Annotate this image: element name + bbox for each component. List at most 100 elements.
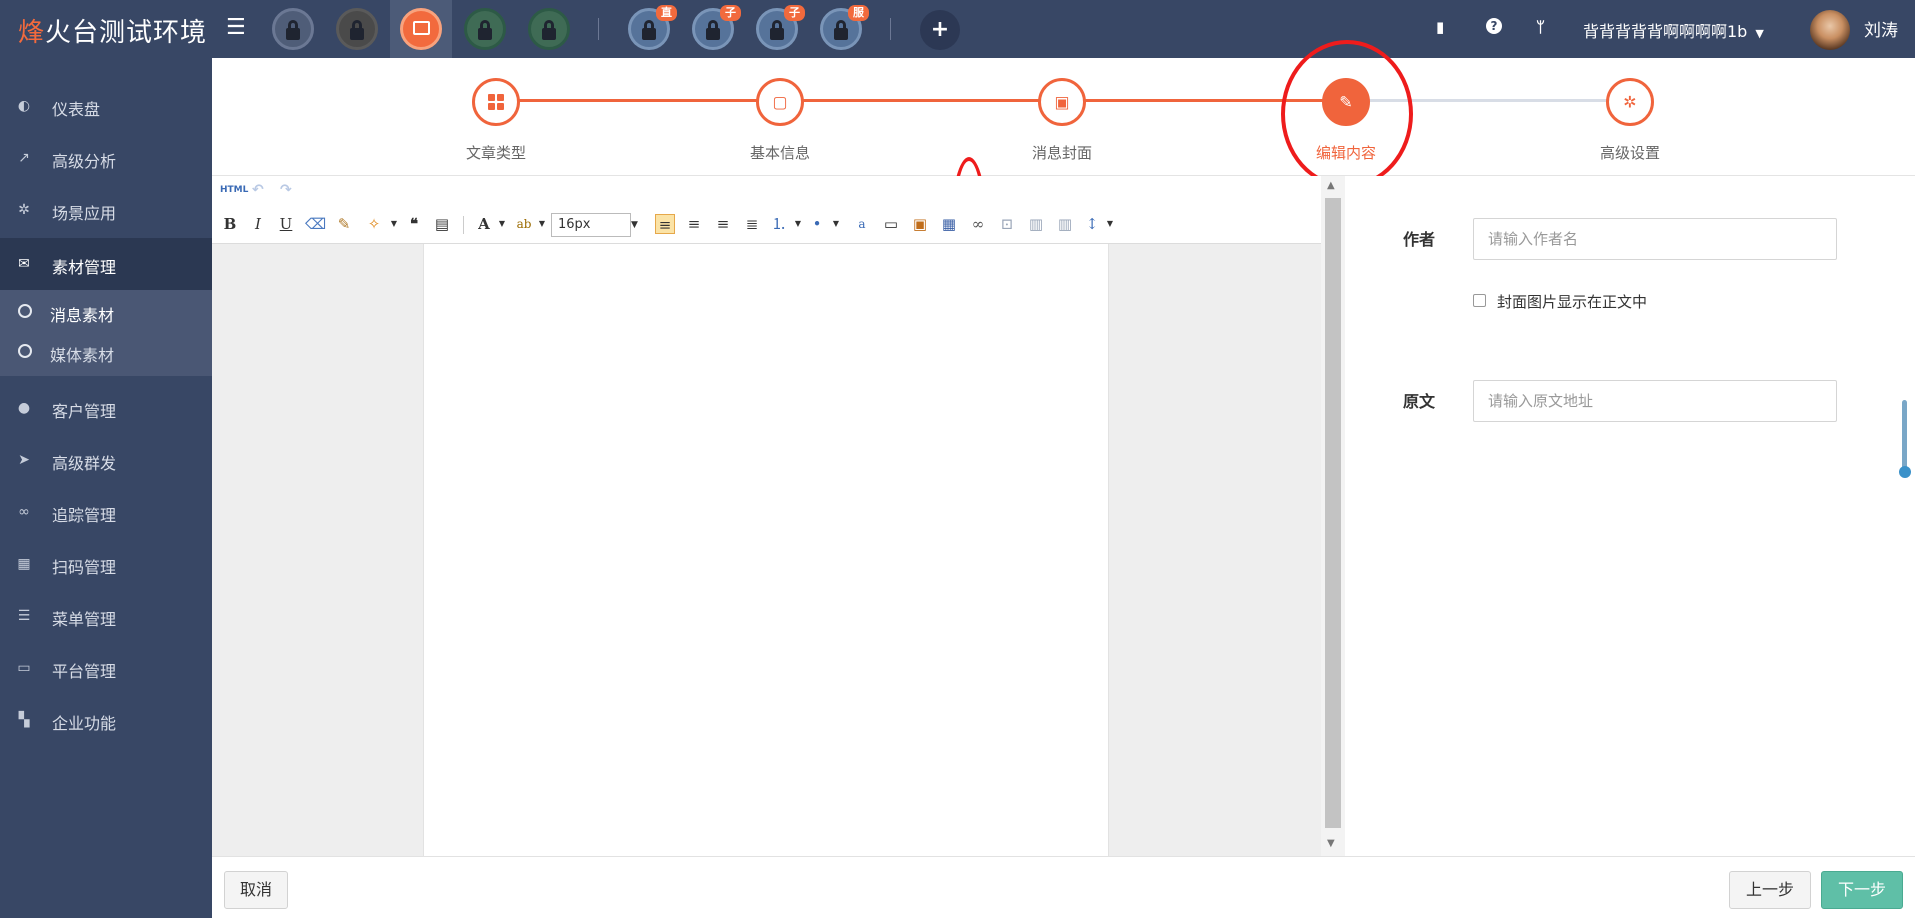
sidebar-item-materials[interactable]: ✉ 素材管理 bbox=[0, 238, 212, 290]
previous-step-button[interactable]: 上一步 bbox=[1729, 871, 1811, 909]
justify-button[interactable]: ≣ bbox=[742, 214, 762, 234]
font-size-select[interactable]: 16px bbox=[551, 213, 631, 237]
sidebar-item-analytics[interactable]: ↗ 高级分析 bbox=[0, 132, 212, 184]
account-avatar-9[interactable]: 服 bbox=[820, 5, 869, 50]
top-divider bbox=[598, 18, 599, 40]
table-props-icon[interactable]: ▥ bbox=[1055, 214, 1075, 234]
step-cover[interactable]: ▣ bbox=[1038, 78, 1086, 126]
step-advanced[interactable]: ✲ bbox=[1606, 78, 1654, 126]
magic-icon[interactable]: ✧ bbox=[364, 214, 384, 234]
sidebar-subitem-media[interactable]: 媒体素材 bbox=[0, 332, 212, 372]
underline-button[interactable]: U bbox=[276, 214, 296, 234]
sidebar-item-menu[interactable]: ☰ 菜单管理 bbox=[0, 590, 212, 642]
align-left-button[interactable]: ≡ bbox=[655, 214, 675, 234]
chevron-down-icon[interactable]: ▼ bbox=[532, 214, 552, 234]
sidebar-subitem-message[interactable]: 消息素材 bbox=[0, 292, 212, 332]
top-divider bbox=[890, 18, 891, 40]
redo-icon[interactable]: ↷ bbox=[280, 182, 292, 198]
format-brush-icon[interactable]: ✎ bbox=[334, 214, 354, 234]
step-progress-line bbox=[496, 99, 1348, 102]
anchor-icon[interactable]: a bbox=[852, 214, 872, 234]
thermometer-icon bbox=[1899, 400, 1911, 482]
account-avatar-active[interactable] bbox=[400, 8, 442, 50]
video-icon[interactable]: ▦ bbox=[939, 214, 959, 234]
eraser-icon[interactable]: ⌫ bbox=[305, 214, 326, 234]
editor-scrollbar[interactable]: ▲ ▼ bbox=[1321, 176, 1345, 856]
annotation-circle bbox=[1281, 40, 1413, 188]
user-menu[interactable]: 背背背背背啊啊啊啊1b ▼ bbox=[1583, 18, 1764, 42]
sidebar-item-broadcast[interactable]: ➤ 高级群发 bbox=[0, 434, 212, 486]
sidebar: ◐ 仪表盘 ↗ 高级分析 ✲ 场景应用 ✉ 素材管理 消息素材 媒体素材 ● 客… bbox=[0, 58, 212, 918]
sidebar-item-tracking[interactable]: ∞ 追踪管理 bbox=[0, 486, 212, 538]
question-icon[interactable]: ? bbox=[1486, 18, 1502, 34]
step-basic-info[interactable]: ▢ bbox=[756, 78, 804, 126]
image-icon: ▣ bbox=[1054, 92, 1070, 112]
account-avatar-2[interactable] bbox=[336, 8, 378, 50]
sidebar-item-enterprise[interactable]: ▚ 企业功能 bbox=[0, 694, 212, 746]
toolbar-divider bbox=[463, 216, 464, 234]
account-avatar-1[interactable] bbox=[272, 8, 314, 50]
step-label: 高级设置 bbox=[1599, 144, 1660, 162]
chevron-down-icon[interactable]: ▼ bbox=[1100, 214, 1120, 234]
source-url-input[interactable]: 请输入原文地址 bbox=[1473, 380, 1837, 422]
menu-toggle-icon[interactable]: ☰ bbox=[226, 16, 248, 40]
unlink-icon[interactable]: ⊡ bbox=[997, 214, 1017, 234]
undo-icon[interactable]: ↶ bbox=[252, 182, 264, 198]
sidebar-item-label: 菜单管理 bbox=[52, 610, 117, 629]
account-avatar-5[interactable] bbox=[528, 8, 570, 50]
user-icon: ● bbox=[17, 400, 31, 416]
line-height-icon[interactable]: ↕ bbox=[1082, 214, 1102, 234]
blockquote-icon[interactable]: ❝ bbox=[404, 214, 424, 234]
table-icon[interactable]: ▥ bbox=[1026, 214, 1046, 234]
sidebar-item-scenes[interactable]: ✲ 场景应用 bbox=[0, 184, 212, 236]
chevron-down-icon[interactable]: ▼ bbox=[631, 213, 641, 237]
background-color-icon[interactable]: ab bbox=[514, 214, 534, 234]
html-source-button[interactable]: HTML bbox=[220, 185, 248, 195]
step-article-type[interactable] bbox=[472, 78, 520, 126]
sidebar-item-dashboard[interactable]: ◐ 仪表盘 bbox=[0, 80, 212, 132]
page-icon[interactable]: ▭ bbox=[881, 214, 901, 234]
cancel-button[interactable]: 取消 bbox=[224, 871, 288, 909]
account-badge: 子 bbox=[720, 5, 741, 21]
unordered-list-icon[interactable]: • bbox=[807, 214, 827, 234]
align-center-button[interactable]: ≡ bbox=[713, 214, 733, 234]
sidebar-item-label: 仪表盘 bbox=[52, 100, 101, 119]
font-color-icon[interactable]: A bbox=[474, 214, 494, 234]
scrollbar-thumb[interactable] bbox=[1325, 198, 1341, 828]
sidebar-item-customers[interactable]: ● 客户管理 bbox=[0, 382, 212, 434]
action-bar: 取消 上一步 下一步 bbox=[212, 856, 1915, 918]
chevron-down-icon[interactable]: ▼ bbox=[492, 214, 512, 234]
account-avatar-6[interactable]: 直 bbox=[628, 5, 677, 50]
user-name[interactable]: 刘涛 bbox=[1864, 16, 1898, 41]
account-avatar-7[interactable]: 子 bbox=[692, 5, 741, 50]
align-right-button[interactable]: ≡ bbox=[684, 214, 704, 234]
author-input[interactable]: 请输入作者名 bbox=[1473, 218, 1837, 260]
link-icon[interactable]: ∞ bbox=[968, 214, 988, 234]
gear-icon: ✲ bbox=[1623, 92, 1637, 112]
step-label: 文章类型 bbox=[465, 144, 526, 162]
account-badge: 子 bbox=[784, 5, 805, 21]
grid-icon bbox=[488, 94, 504, 110]
chevron-down-icon[interactable]: ▼ bbox=[826, 214, 846, 234]
ordered-list-icon[interactable]: ⒈ bbox=[769, 214, 789, 234]
cover-in-body-checkbox[interactable] bbox=[1473, 294, 1486, 307]
scroll-up-icon[interactable]: ▲ bbox=[1327, 180, 1335, 191]
editor-content-area[interactable] bbox=[423, 244, 1109, 856]
account-avatar-8[interactable]: 子 bbox=[756, 5, 805, 50]
chevron-down-icon[interactable]: ▼ bbox=[384, 214, 404, 234]
fork-icon[interactable]: ᛘ bbox=[1536, 18, 1545, 36]
sidebar-item-label: 素材管理 bbox=[52, 258, 117, 277]
scroll-down-icon[interactable]: ▼ bbox=[1327, 838, 1335, 849]
next-step-button[interactable]: 下一步 bbox=[1821, 871, 1903, 909]
sidebar-item-qrcode[interactable]: ▦ 扫码管理 bbox=[0, 538, 212, 590]
bold-button[interactable]: B bbox=[220, 214, 240, 234]
add-account-button[interactable]: + bbox=[920, 10, 960, 50]
image-icon[interactable]: ▣ bbox=[910, 214, 930, 234]
avatar[interactable] bbox=[1810, 10, 1850, 50]
paste-plain-icon[interactable]: ▤ bbox=[432, 214, 452, 234]
book-icon[interactable]: ▮ bbox=[1436, 18, 1444, 36]
italic-button[interactable]: I bbox=[248, 214, 268, 234]
sidebar-item-platform[interactable]: ▭ 平台管理 bbox=[0, 642, 212, 694]
account-avatar-4[interactable] bbox=[464, 8, 506, 50]
chevron-down-icon[interactable]: ▼ bbox=[788, 214, 808, 234]
